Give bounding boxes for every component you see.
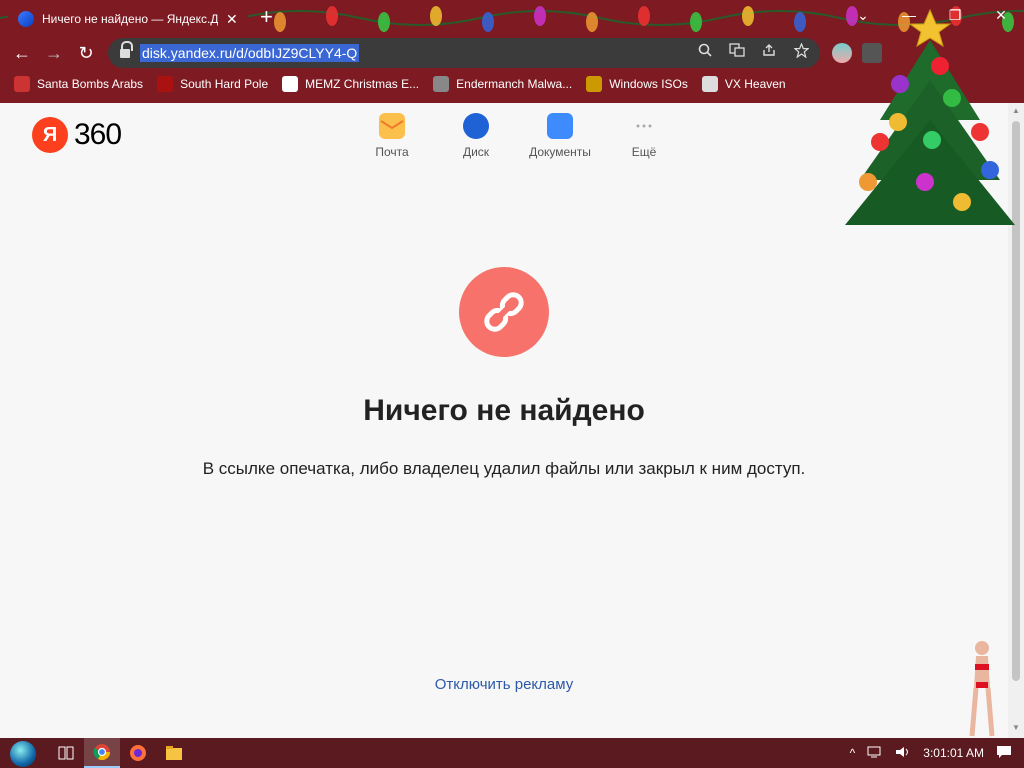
tab-close-icon[interactable]: ✕ <box>226 11 238 28</box>
lock-icon[interactable] <box>120 41 133 58</box>
service-documents[interactable]: Документы <box>518 113 602 159</box>
bookmark-star-icon[interactable] <box>792 42 810 61</box>
task-view-icon[interactable] <box>48 738 84 768</box>
vx-heaven-icon <box>701 76 718 92</box>
disable-ads-link[interactable]: Отключить рекламу <box>0 676 1008 693</box>
service-more[interactable]: Ещё <box>602 113 686 159</box>
network-icon[interactable] <box>867 746 883 761</box>
endermanch-icon <box>433 76 450 92</box>
reload-button[interactable]: ↻ <box>74 41 98 65</box>
service-disk[interactable]: Диск <box>434 113 518 159</box>
tray-chevron-icon[interactable]: ^ <box>850 746 856 760</box>
windows-isos-icon <box>586 76 603 92</box>
service-more-label: Ещё <box>631 145 657 159</box>
yandex-logo-icon: Я <box>32 117 68 153</box>
start-button[interactable] <box>0 738 48 768</box>
dancing-figure-decoration <box>969 641 995 737</box>
address-bar[interactable]: disk.yandex.ru/d/odbIJZ9CLYY4-Q <box>108 38 820 68</box>
scroll-down-icon[interactable]: ▼ <box>1012 723 1020 732</box>
bookmark-label: South Hard Pole <box>180 77 269 91</box>
forward-button[interactable]: → <box>42 41 66 65</box>
bookmark-label: MEMZ Christmas E... <box>305 77 420 91</box>
search-icon[interactable] <box>696 43 714 61</box>
clock[interactable]: 3:01:01 AM <box>923 746 984 760</box>
bookmark-item[interactable]: Santa Bombs Arabs <box>14 76 143 92</box>
santa-icon <box>14 76 30 92</box>
broken-link-icon <box>459 267 549 357</box>
yandex-disk-favicon-icon <box>18 11 34 27</box>
disk-icon <box>463 113 489 139</box>
chrome-icon[interactable] <box>84 738 120 768</box>
memz-icon <box>282 76 299 92</box>
notifications-icon[interactable] <box>996 745 1012 762</box>
service-disk-label: Диск <box>462 145 490 159</box>
bookmark-item[interactable]: Endermanch Malwa... <box>433 76 572 92</box>
yandex-360-logo[interactable]: Я 360 <box>32 117 122 153</box>
translate-icon[interactable] <box>728 43 746 61</box>
bookmark-label: Santa Bombs Arabs <box>37 77 144 91</box>
tab-title: Ничего не найдено — Яндекс.Д <box>42 12 218 26</box>
omnibox-actions <box>696 42 810 61</box>
documents-icon <box>547 113 573 139</box>
bookmark-label: Endermanch Malwa... <box>456 77 573 91</box>
mail-icon <box>379 113 405 139</box>
more-dots-icon <box>631 113 657 139</box>
bookmark-item[interactable]: Windows ISOs <box>586 76 688 92</box>
bookmark-label: Windows ISOs <box>609 77 688 91</box>
system-tray: ^ 3:01:01 AM <box>850 738 1024 768</box>
service-documents-label: Документы <box>529 145 591 159</box>
bookmark-item[interactable]: MEMZ Christmas E... <box>282 76 419 92</box>
volume-icon[interactable] <box>895 746 911 761</box>
service-mail[interactable]: Почта <box>350 113 434 159</box>
error-title: Ничего не найдено <box>363 394 645 427</box>
file-explorer-icon[interactable] <box>156 738 192 768</box>
bookmark-label: VX Heaven <box>724 77 786 91</box>
services-nav: Почта Диск Документы Ещё <box>350 113 686 159</box>
bookmark-item[interactable]: VX Heaven <box>701 76 786 92</box>
service-mail-label: Почта <box>375 145 409 159</box>
error-description: В ссылке опечатка, либо владелец удалил … <box>202 459 806 478</box>
firefox-icon[interactable] <box>120 738 156 768</box>
bookmark-item[interactable]: South Hard Pole <box>157 76 268 92</box>
start-orb-icon <box>10 741 36 767</box>
url-text[interactable]: disk.yandex.ru/d/odbIJZ9CLYY4-Q <box>140 44 360 62</box>
windows-taskbar: ^ 3:01:01 AM <box>0 738 1024 768</box>
new-tab-button[interactable]: + <box>260 6 273 28</box>
back-button[interactable]: ← <box>10 41 34 65</box>
share-icon[interactable] <box>760 43 778 61</box>
christmas-tree-decoration <box>845 8 1015 225</box>
logo-360-text: 360 <box>74 118 122 151</box>
browser-tab-active[interactable]: Ничего не найдено — Яндекс.Д ✕ <box>8 2 248 36</box>
snowflake-icon <box>157 76 174 92</box>
